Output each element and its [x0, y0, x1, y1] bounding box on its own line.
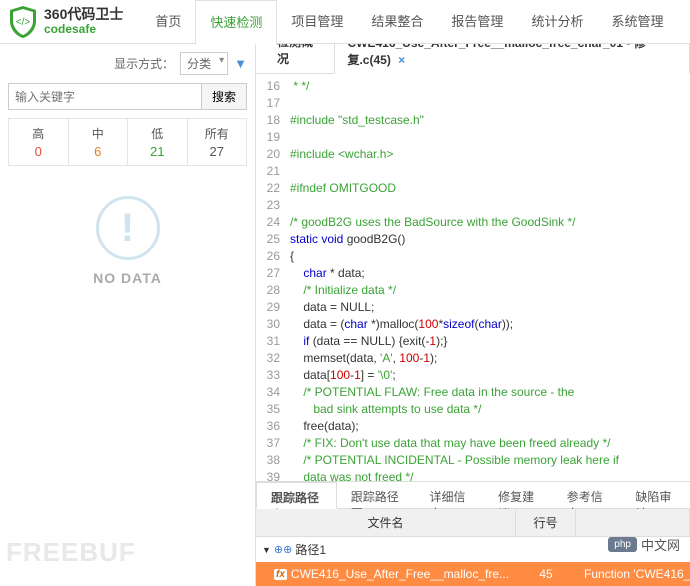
nav-item[interactable]: 结果整合: [357, 0, 437, 44]
detail-tab[interactable]: 跟踪路径表: [256, 482, 337, 509]
search-input[interactable]: [8, 83, 202, 110]
nav-item[interactable]: 统计分析: [517, 0, 597, 44]
col-desc[interactable]: [576, 509, 690, 536]
path-group-row[interactable]: ▼ ⊕⊕ 路径1: [256, 537, 690, 562]
expand-icon[interactable]: ▼: [262, 545, 271, 555]
detail-tab[interactable]: 参考信息: [553, 482, 622, 508]
file-tabs: 检测概况CWE416_Use_After_Free__malloc_free_c…: [256, 44, 690, 74]
stat-item[interactable]: 中6: [69, 119, 129, 165]
display-mode-select[interactable]: 分类: [180, 52, 228, 75]
right-panel: 检测概况CWE416_Use_After_Free__malloc_free_c…: [256, 44, 690, 586]
shield-icon: </>: [8, 5, 38, 39]
col-line[interactable]: 行号: [516, 509, 576, 536]
nav-item[interactable]: 项目管理: [277, 0, 357, 44]
trace-desc: Function 'CWE416_Use_After_Free__mall: [576, 562, 690, 586]
detail-tabs: 跟踪路径表跟踪路径图详细信息修复建议参考信息缺陷审计: [256, 481, 690, 509]
function-icon: fx: [274, 569, 287, 580]
close-icon[interactable]: ×: [398, 53, 405, 67]
no-data-placeholder: ! NO DATA: [8, 166, 247, 316]
app-header: </> 360代码卫士 codesafe 首页快速检测项目管理结果整合报告管理统…: [0, 0, 690, 44]
file-tab[interactable]: 检测概况: [264, 44, 334, 73]
col-filename[interactable]: 文件名: [256, 509, 516, 536]
trace-row[interactable]: fx CWE416_Use_After_Free__malloc_fre... …: [256, 562, 690, 586]
nav-item[interactable]: 快速检测: [195, 0, 277, 45]
logo-text-en: codesafe: [44, 23, 123, 36]
main-nav: 首页快速检测项目管理结果整合报告管理统计分析系统管理: [141, 0, 677, 44]
detail-tab[interactable]: 缺陷审计: [621, 482, 690, 508]
line-gutter: 1617181920212223242526272829303132333435…: [256, 74, 286, 481]
left-panel: 显示方式： 分类 ▼ 搜索 高0中6低21所有27 ! NO DATA: [0, 44, 256, 586]
stats-row: 高0中6低21所有27: [8, 118, 247, 166]
stat-item[interactable]: 所有27: [188, 119, 247, 165]
detail-tab[interactable]: 详细信息: [416, 482, 485, 508]
nav-item[interactable]: 首页: [141, 0, 195, 44]
exclamation-icon: !: [96, 196, 160, 260]
filter-icon[interactable]: ▼: [234, 56, 247, 71]
stat-item[interactable]: 低21: [128, 119, 188, 165]
path-label: 路径1: [295, 541, 326, 558]
detail-tab[interactable]: 跟踪路径图: [337, 482, 416, 508]
search-button[interactable]: 搜索: [202, 83, 247, 110]
nav-item[interactable]: 系统管理: [597, 0, 677, 44]
path-icon: ⊕⊕: [274, 543, 292, 556]
trace-file: CWE416_Use_After_Free__malloc_fre...: [291, 567, 509, 581]
file-tab[interactable]: CWE416_Use_After_Free__malloc_free_char_…: [334, 44, 690, 74]
logo: </> 360代码卫士 codesafe: [8, 5, 123, 39]
code-editor[interactable]: 1617181920212223242526272829303132333435…: [256, 74, 690, 481]
stat-item[interactable]: 高0: [9, 119, 69, 165]
trace-table: 文件名 行号 ▼ ⊕⊕ 路径1 fx CWE416_Use_After_Free…: [256, 509, 690, 586]
no-data-text: NO DATA: [8, 270, 247, 286]
detail-tab[interactable]: 修复建议: [484, 482, 553, 508]
svg-text:</>: </>: [16, 17, 31, 28]
trace-line: 45: [516, 562, 576, 586]
display-mode-label: 显示方式：: [114, 55, 174, 72]
nav-item[interactable]: 报告管理: [437, 0, 517, 44]
logo-text-zh: 360代码卫士: [44, 7, 123, 22]
code-content: * */ #include "std_testcase.h" #include …: [286, 74, 690, 481]
